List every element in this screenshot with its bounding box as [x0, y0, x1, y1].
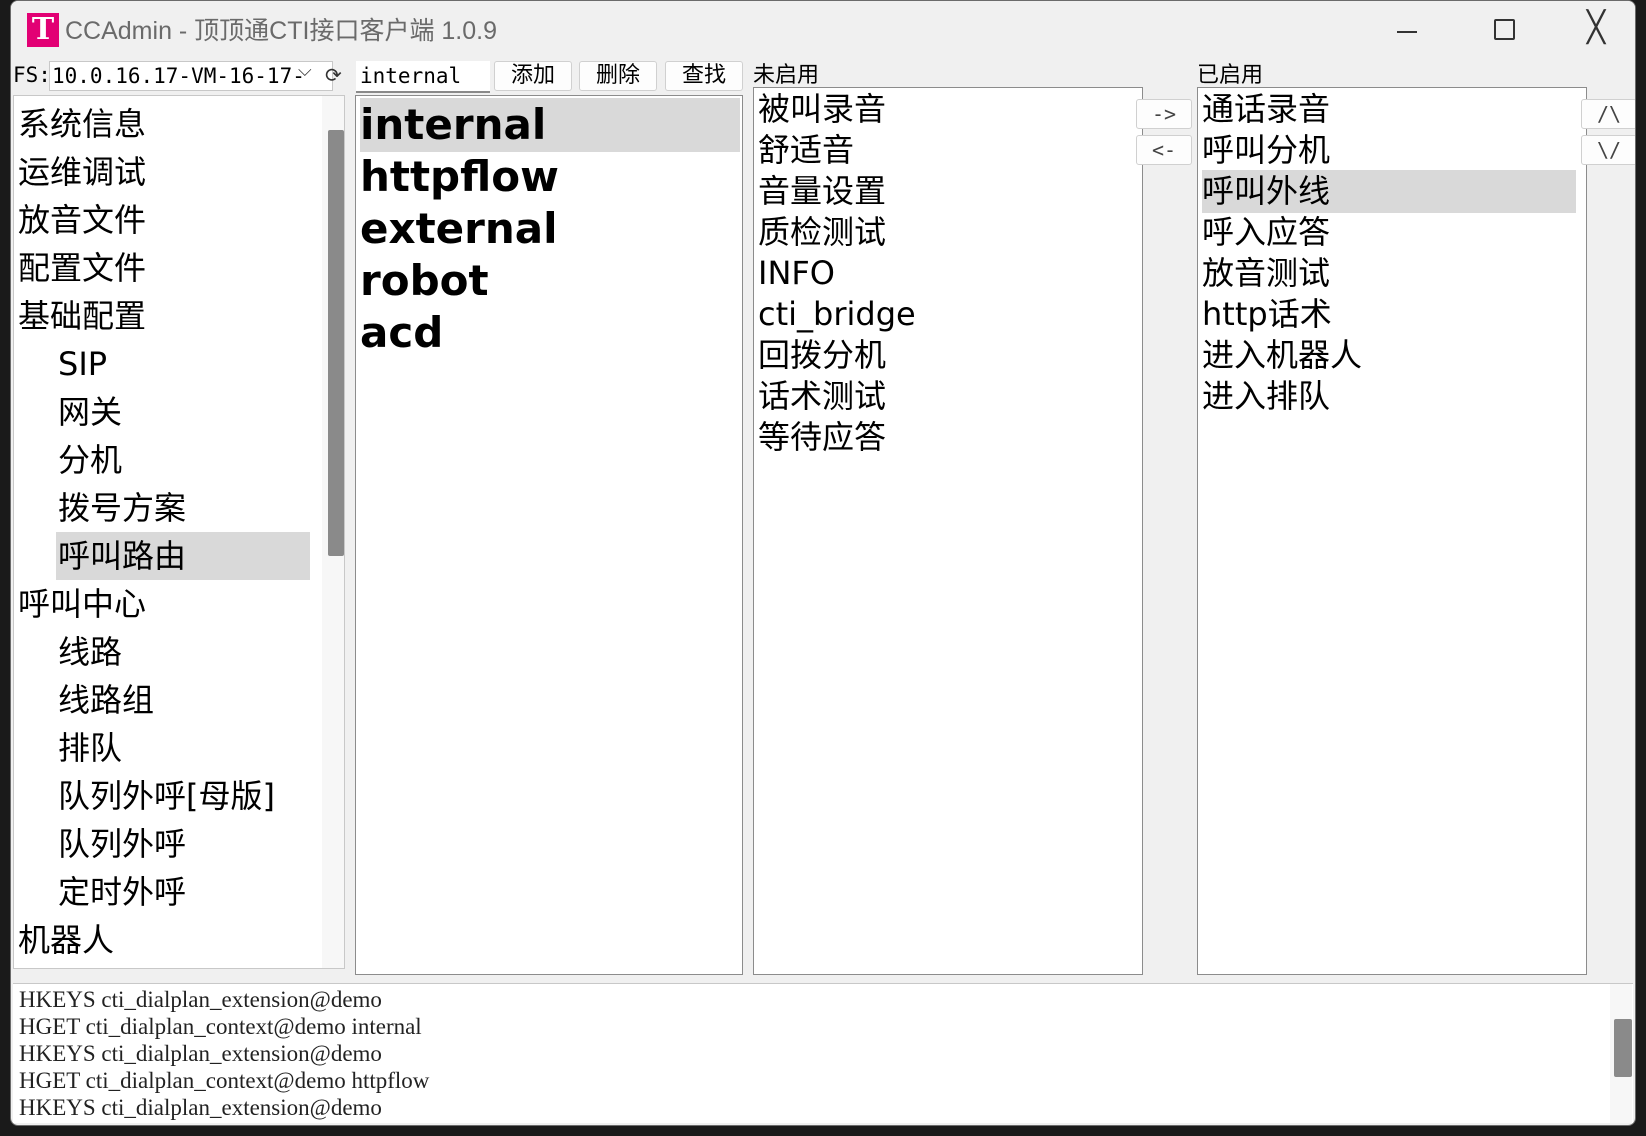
- log-line: HGET cti_dialplan_context@demo httpflow: [19, 1068, 430, 1093]
- context-item[interactable]: httpflow: [360, 150, 740, 204]
- tree-item-gateway[interactable]: 网关: [58, 388, 122, 436]
- fs-label: FS:: [13, 63, 51, 87]
- log-line: HKEYS cti_dialplan_extension@demo: [19, 987, 382, 1012]
- move-up-button[interactable]: /\: [1581, 99, 1635, 129]
- find-button[interactable]: 查找: [665, 61, 743, 91]
- enabled-app-item[interactable]: 呼叫外线: [1202, 170, 1576, 213]
- disabled-app-item[interactable]: 音量设置: [758, 170, 1132, 213]
- title-bar[interactable]: T CCAdmin - 顶顶通CTI接口客户端 1.0.9 ╳: [11, 1, 1635, 57]
- maximize-button[interactable]: [1473, 9, 1533, 49]
- disabled-apps-list: 被叫录音 舒适音 音量设置 质检测试 INFO cti_bridge 回拨分机 …: [753, 87, 1143, 975]
- context-item[interactable]: acd: [360, 306, 740, 360]
- delete-button[interactable]: 删除: [579, 61, 657, 91]
- log-output: HKEYS cti_dialplan_extension@demo HGET c…: [13, 983, 1633, 1123]
- minimize-button[interactable]: [1377, 9, 1437, 49]
- close-button[interactable]: ╳: [1566, 9, 1626, 49]
- context-item[interactable]: internal: [360, 98, 740, 152]
- tree-item-lines[interactable]: 线路: [58, 628, 122, 676]
- enable-app-button[interactable]: ->: [1136, 99, 1192, 129]
- tree-item-line-groups[interactable]: 线路组: [58, 676, 154, 724]
- log-line: HKEYS cti_dialplan_extension@demo: [19, 1041, 382, 1066]
- log-line: HGET cti_dialplan_context@demo internal: [19, 1014, 422, 1039]
- tree-item-basic-config[interactable]: 基础配置: [18, 292, 146, 340]
- enabled-app-item[interactable]: http话术: [1202, 293, 1576, 336]
- context-name-input[interactable]: [356, 61, 490, 93]
- disabled-app-item[interactable]: INFO: [758, 252, 1132, 295]
- disabled-app-item[interactable]: 舒适音: [758, 129, 1132, 172]
- tree-item-sip[interactable]: SIP: [58, 340, 107, 388]
- context-list: internal httpflow external robot acd: [355, 95, 743, 975]
- add-button[interactable]: 添加: [494, 61, 572, 91]
- enabled-app-item[interactable]: 通话录音: [1202, 88, 1576, 131]
- tree-item-scheduled-outbound[interactable]: 定时外呼: [58, 868, 186, 916]
- enabled-apps-label: 已启用: [1197, 63, 1264, 88]
- fs-server-select[interactable]: 10.0.16.17-VM-16-17-: [49, 61, 333, 91]
- tree-item-audio-files[interactable]: 放音文件: [18, 196, 146, 244]
- tree-item-config-files[interactable]: 配置文件: [18, 244, 146, 292]
- tree-item-robot[interactable]: 机器人: [18, 916, 114, 964]
- window-title: CCAdmin - 顶顶通CTI接口客户端 1.0.9: [65, 17, 498, 45]
- context-item[interactable]: robot: [360, 254, 740, 308]
- enabled-app-item[interactable]: 进入排队: [1202, 375, 1576, 418]
- disable-app-button[interactable]: <-: [1136, 135, 1192, 165]
- move-down-button[interactable]: \/: [1581, 135, 1635, 165]
- disabled-app-item[interactable]: cti_bridge: [758, 293, 1132, 336]
- tree-item-extension[interactable]: 分机: [58, 436, 122, 484]
- navigation-tree: 系统信息 运维调试 放音文件 配置文件 基础配置 SIP 网关 分机 拨号方案 …: [13, 95, 345, 969]
- tree-item-queue-outbound[interactable]: 队列外呼: [58, 820, 186, 868]
- disabled-app-item[interactable]: 话术测试: [758, 375, 1132, 418]
- disabled-app-item[interactable]: 质检测试: [758, 211, 1132, 254]
- tree-item-ops-debug[interactable]: 运维调试: [18, 148, 146, 196]
- enabled-app-item[interactable]: 进入机器人: [1202, 334, 1576, 377]
- enabled-app-item[interactable]: 呼叫分机: [1202, 129, 1576, 172]
- app-window: T CCAdmin - 顶顶通CTI接口客户端 1.0.9 ╳ FS: 10.0…: [10, 0, 1636, 1126]
- context-item[interactable]: external: [360, 202, 740, 256]
- log-scrollbar-thumb[interactable]: [1614, 1019, 1632, 1077]
- tree-item-queues[interactable]: 排队: [58, 724, 122, 772]
- enabled-apps-list: 通话录音 呼叫分机 呼叫外线 呼入应答 放音测试 http话术 进入机器人 进入…: [1197, 87, 1587, 975]
- disabled-apps-label: 未启用: [753, 63, 820, 88]
- tree-scrollbar-thumb[interactable]: [328, 130, 344, 556]
- app-logo-icon: T: [27, 13, 59, 47]
- enabled-app-item[interactable]: 呼入应答: [1202, 211, 1576, 254]
- disabled-app-item[interactable]: 被叫录音: [758, 88, 1132, 131]
- disabled-app-item[interactable]: 等待应答: [758, 416, 1132, 459]
- refresh-icon[interactable]: ⟳: [325, 63, 342, 87]
- tree-item-call-center[interactable]: 呼叫中心: [18, 580, 146, 628]
- log-line: HKEYS cti_dialplan_extension@demo: [19, 1095, 382, 1120]
- chevron-down-icon[interactable]: ⌵: [298, 60, 312, 81]
- tree-item-system-info[interactable]: 系统信息: [18, 100, 146, 148]
- tree-item-call-routing[interactable]: 呼叫路由: [56, 532, 310, 580]
- tree-item-dialplan[interactable]: 拨号方案: [58, 484, 186, 532]
- disabled-app-item[interactable]: 回拨分机: [758, 334, 1132, 377]
- tree-item-queue-outbound-template[interactable]: 队列外呼[母版]: [58, 772, 275, 820]
- enabled-app-item[interactable]: 放音测试: [1202, 252, 1576, 295]
